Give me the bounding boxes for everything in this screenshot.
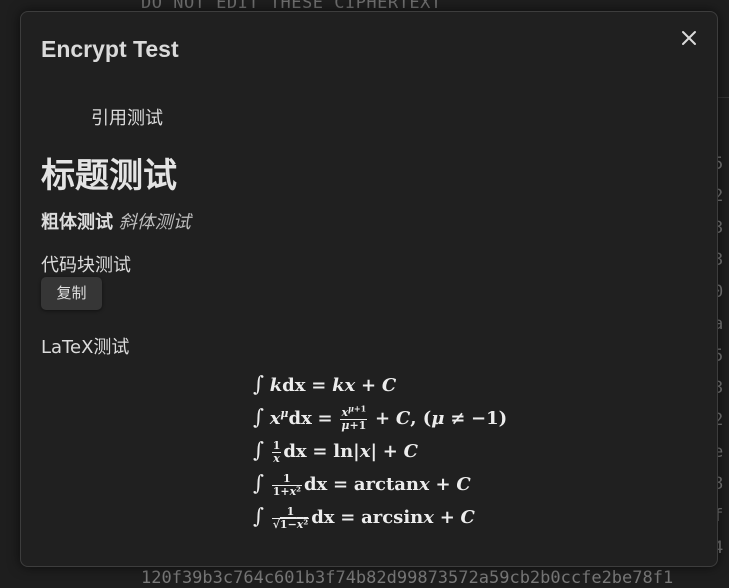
formula-line-4: ∫ 1 1+x² dx = arctanx + C: [253, 471, 471, 498]
formula-line-3: ∫ 1 x dx = ln|x| + C: [253, 438, 418, 465]
heading-text: 标题测试: [41, 156, 177, 196]
close-icon: [682, 31, 696, 45]
background-footer-ciphertext: 120f39b3c764c601b3f74b82d99873572a59cb2b…: [141, 568, 674, 588]
latex-formulas: ∫ kdx = kx + C ∫ xμdx = xμ+1 μ+1 + C, (μ …: [253, 368, 507, 533]
modal-title: Encrypt Test: [41, 36, 179, 62]
formula-line-2: ∫ xμdx = xμ+1 μ+1 + C, (μ ≠ −1): [253, 402, 508, 432]
close-button[interactable]: [676, 25, 702, 51]
codeblock-label: 代码块测试: [41, 255, 131, 276]
formula-line-5: ∫ 1 √1−x² dx = arcsinx + C: [253, 504, 475, 531]
formula-line-1: ∫ kdx = kx + C: [253, 372, 397, 396]
blockquote-text: 引用测试: [91, 108, 163, 129]
encrypt-test-modal: Encrypt Test 引用测试 标题测试 粗体测试 斜体测试 代码块测试 复…: [20, 11, 718, 567]
italic-text: 斜体测试: [118, 212, 191, 233]
copy-button[interactable]: 复制: [41, 277, 102, 310]
text-styles-line: 粗体测试 斜体测试: [41, 208, 191, 234]
latex-label: LaTeX测试: [41, 337, 130, 358]
bold-text: 粗体测试: [41, 212, 113, 233]
